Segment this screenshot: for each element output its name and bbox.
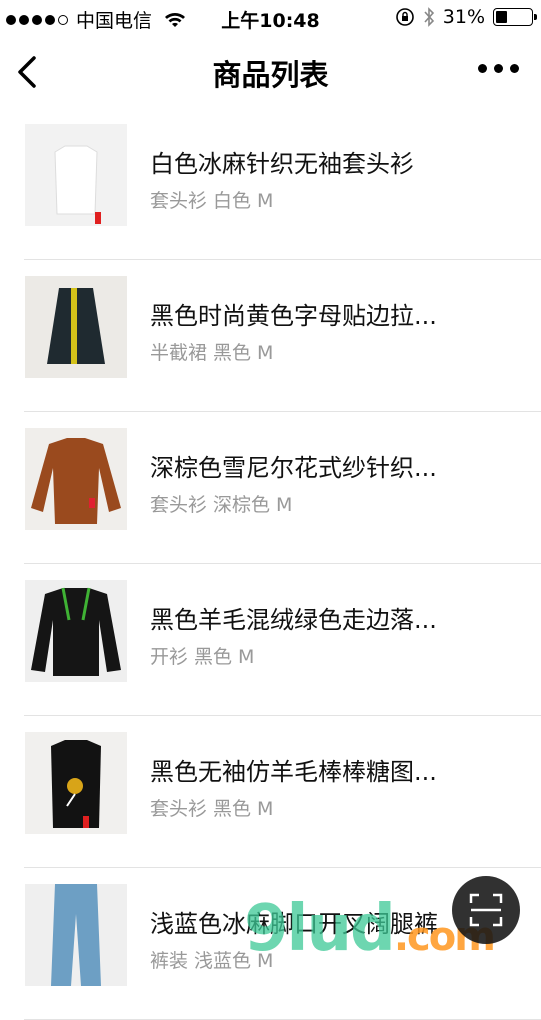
product-list-item[interactable]: 黑色时尚黄色字母贴边拉... 半截裙 黑色 M: [24, 260, 541, 412]
product-list-item[interactable]: 深棕色雪尼尔花式纱针织... 套头衫 深棕色 M: [24, 412, 541, 564]
more-dots-icon[interactable]: [478, 64, 519, 73]
product-attributes: 开衫 黑色 M: [150, 642, 254, 669]
product-size: M: [257, 190, 274, 212]
product-category: 开衫: [150, 646, 189, 668]
product-thumbnail: [25, 580, 127, 682]
status-right: 31%: [395, 6, 537, 28]
product-list-item[interactable]: 黑色羊毛混绒绿色走边落... 开衫 黑色 M: [24, 564, 541, 716]
product-size: M: [257, 798, 274, 820]
product-thumbnail: [25, 732, 127, 834]
product-title: 黑色时尚黄色字母贴边拉...: [150, 302, 437, 330]
product-thumbnail: [25, 276, 127, 378]
product-list-item[interactable]: 白色冰麻针织无袖套头衫 套头衫 白色 M: [24, 108, 541, 260]
product-title: 黑色无袖仿羊毛棒棒糖图...: [150, 758, 437, 786]
product-image: [31, 438, 121, 524]
battery-level: [496, 11, 507, 23]
battery-icon: [493, 8, 537, 26]
product-category: 套头衫: [150, 798, 208, 820]
product-thumbnail: [25, 124, 127, 226]
product-category: 半截裙: [150, 342, 208, 364]
product-color: 黑色: [213, 342, 252, 364]
product-image: [51, 884, 101, 986]
nav-bar: 商品列表: [0, 36, 541, 108]
product-color: 白色: [213, 190, 252, 212]
product-size: M: [238, 646, 255, 668]
battery-percent: 31%: [442, 6, 485, 28]
product-color: 浅蓝色: [194, 950, 252, 972]
product-title: 深棕色雪尼尔花式纱针织...: [150, 454, 437, 482]
product-category: 裤装: [150, 950, 189, 972]
product-attributes: 套头衫 深棕色 M: [150, 490, 292, 517]
status-bar: 中国电信 上午10:48 31%: [0, 0, 541, 36]
product-category: 套头衫: [150, 190, 208, 212]
bluetooth-icon: [424, 7, 434, 27]
product-image: [47, 288, 105, 364]
product-list-item[interactable]: 黑色无袖仿羊毛棒棒糖图... 套头衫 黑色 M: [24, 716, 541, 868]
product-color: 黑色: [213, 798, 252, 820]
product-thumbnail: [25, 428, 127, 530]
product-size: M: [276, 494, 293, 516]
product-attributes: 套头衫 白色 M: [150, 186, 273, 213]
product-size: M: [257, 342, 274, 364]
product-category: 套头衫: [150, 494, 208, 516]
product-attributes: 半截裙 黑色 M: [150, 338, 273, 365]
page-title: 商品列表: [212, 58, 329, 92]
product-image: [31, 587, 121, 676]
rotation-lock-icon: [395, 8, 414, 26]
product-title: 黑色羊毛混绒绿色走边落...: [150, 606, 437, 634]
scan-button[interactable]: [452, 876, 520, 944]
product-color: 深棕色: [213, 494, 271, 516]
product-image: [54, 145, 101, 224]
product-color: 黑色: [194, 646, 233, 668]
product-attributes: 套头衫 黑色 M: [150, 794, 273, 821]
product-image: [51, 740, 101, 828]
product-title: 白色冰麻针织无袖套头衫: [150, 150, 414, 178]
scan-icon: [469, 893, 503, 927]
product-thumbnail: [25, 884, 127, 986]
